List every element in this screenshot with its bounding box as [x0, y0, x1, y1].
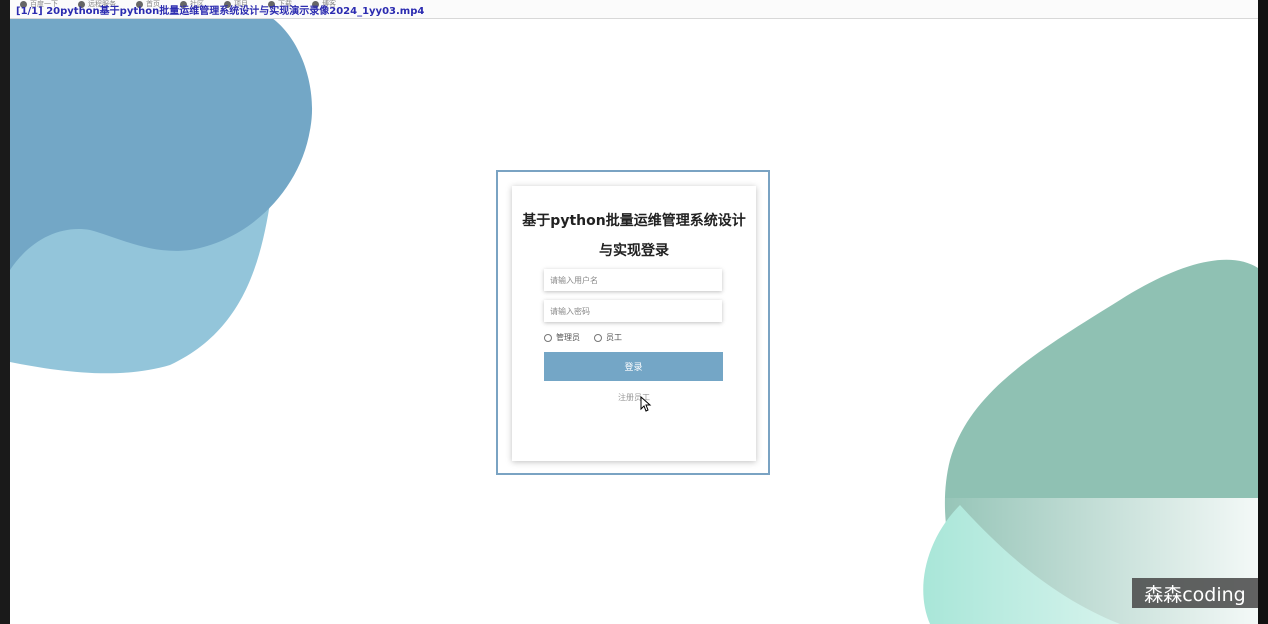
video-title: [1/1] 20python基于python批量运维管理系统设计与实现演示录像2…: [16, 6, 425, 17]
login-frame: 基于python批量运维管理系统设计与实现登录 管理员 员工 登录 注册员工: [496, 170, 770, 475]
role-staff-radio[interactable]: 员工: [594, 332, 622, 343]
login-card: 基于python批量运维管理系统设计与实现登录 管理员 员工 登录 注册员工: [512, 186, 756, 461]
radio-icon: [594, 333, 602, 342]
password-input[interactable]: [544, 300, 722, 322]
watermark: 森森coding: [1132, 578, 1258, 608]
login-button[interactable]: 登录: [544, 352, 723, 381]
mouse-cursor-icon: [640, 396, 652, 412]
register-staff-link[interactable]: 注册员工: [512, 392, 756, 403]
role-admin-label: 管理员: [556, 333, 580, 342]
role-admin-radio[interactable]: 管理员: [544, 332, 580, 343]
login-title: 基于python批量运维管理系统设计与实现登录: [522, 213, 746, 259]
role-staff-label: 员工: [606, 333, 622, 342]
browser-top-bar: 百度一下 远程服务 首页 社区 项目 下载 博客 [1/1] 20python基于pytho…: [10, 0, 1258, 19]
blob-dark-blue: [10, 18, 313, 270]
radio-icon: [544, 333, 552, 342]
username-input[interactable]: [544, 269, 722, 291]
role-selector: 管理员 员工: [544, 332, 622, 343]
